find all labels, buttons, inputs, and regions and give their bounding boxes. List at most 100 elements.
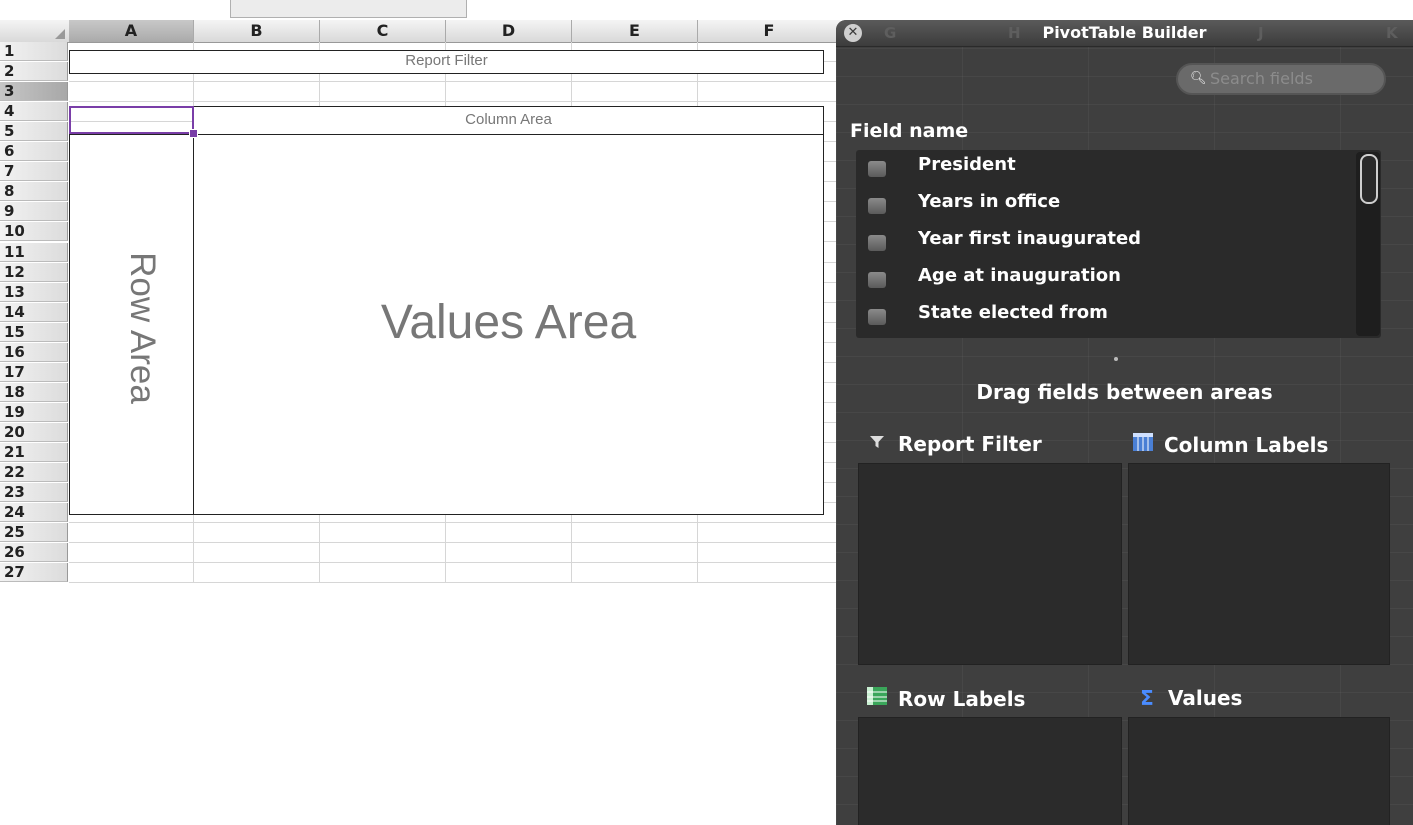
column-labels-icon bbox=[1132, 432, 1154, 457]
column-labels-drop-zone[interactable] bbox=[1128, 463, 1390, 665]
field-item-president[interactable]: President bbox=[856, 152, 1356, 182]
column-header-d[interactable]: D bbox=[446, 20, 572, 42]
row-header-9[interactable]: 9 bbox=[0, 202, 68, 222]
field-label: Year first inaugurated bbox=[918, 228, 1142, 249]
row-header-8[interactable]: 8 bbox=[0, 182, 68, 202]
cell[interactable] bbox=[320, 523, 446, 544]
field-item-year-first-inaugurated[interactable]: Year first inaugurated bbox=[856, 226, 1356, 256]
cell[interactable] bbox=[446, 82, 572, 103]
column-labels-area-label: Column Labels bbox=[1164, 433, 1329, 457]
row-labels-drop-zone[interactable] bbox=[858, 717, 1122, 825]
row-header-21[interactable]: 21 bbox=[0, 443, 68, 462]
panel-titlebar[interactable]: G H J K ✕ PivotTable Builder bbox=[836, 20, 1413, 47]
column-header-c[interactable]: C bbox=[320, 20, 446, 42]
values-drop-zone[interactable] bbox=[1128, 717, 1390, 825]
report-filter-header: Report Filter bbox=[866, 432, 1042, 456]
row-header-26[interactable]: 26 bbox=[0, 543, 68, 563]
field-item-age-at-inauguration[interactable]: Age at inauguration bbox=[856, 263, 1356, 293]
row-header-19[interactable]: 19 bbox=[0, 402, 68, 422]
field-checkbox[interactable] bbox=[868, 235, 886, 251]
panel-title: PivotTable Builder bbox=[1042, 23, 1207, 42]
cell[interactable] bbox=[194, 523, 320, 544]
search-icon: 🔍︎ bbox=[1190, 71, 1207, 86]
cell[interactable] bbox=[698, 523, 840, 544]
row-header-23[interactable]: 23 bbox=[0, 483, 68, 503]
cell[interactable] bbox=[446, 543, 572, 564]
field-label: Age at inauguration bbox=[918, 265, 1121, 286]
column-area-box: Column Area bbox=[193, 106, 824, 135]
field-item-state-elected-from[interactable]: State elected from bbox=[856, 300, 1356, 330]
row-header-14[interactable]: 14 bbox=[0, 302, 68, 322]
field-list[interactable]: President Years in office Year first ina… bbox=[856, 150, 1381, 338]
cell[interactable] bbox=[194, 82, 320, 103]
row-header-24[interactable]: 24 bbox=[0, 503, 68, 523]
field-label: President bbox=[918, 154, 1016, 175]
cell[interactable] bbox=[572, 82, 698, 103]
field-checkbox[interactable] bbox=[868, 198, 886, 214]
field-item-years-in-office[interactable]: Years in office bbox=[856, 189, 1356, 219]
cell[interactable] bbox=[698, 82, 840, 103]
field-checkbox[interactable] bbox=[868, 272, 886, 288]
cell[interactable] bbox=[320, 563, 446, 584]
row-header-27[interactable]: 27 bbox=[0, 563, 68, 583]
splitter-grip[interactable] bbox=[1114, 357, 1118, 361]
cell[interactable] bbox=[698, 563, 840, 584]
row-header-22[interactable]: 22 bbox=[0, 463, 68, 483]
row-header-3[interactable]: 3 bbox=[0, 82, 68, 102]
drag-hint: Drag fields between areas bbox=[976, 380, 1273, 404]
active-cell-a3[interactable] bbox=[69, 106, 194, 134]
row-header-18[interactable]: 18 bbox=[0, 382, 68, 402]
row-header-5[interactable]: 5 bbox=[0, 122, 68, 142]
cell[interactable] bbox=[194, 563, 320, 584]
cell[interactable] bbox=[446, 563, 572, 584]
cell[interactable] bbox=[446, 523, 572, 544]
cell[interactable] bbox=[320, 543, 446, 564]
cell[interactable] bbox=[572, 523, 698, 544]
values-area-box: Values Area bbox=[193, 134, 824, 515]
field-checkbox[interactable] bbox=[868, 161, 886, 177]
row-header-1[interactable]: 1 bbox=[0, 42, 68, 61]
row-header-4[interactable]: 4 bbox=[0, 102, 68, 122]
column-header-e[interactable]: E bbox=[572, 20, 698, 42]
scrollbar-thumb[interactable] bbox=[1360, 154, 1378, 204]
cell[interactable] bbox=[69, 82, 194, 103]
column-header-b[interactable]: B bbox=[194, 20, 320, 42]
row-header-10[interactable]: 10 bbox=[0, 222, 68, 242]
row-header-17[interactable]: 17 bbox=[0, 362, 68, 382]
fill-handle[interactable] bbox=[189, 129, 198, 138]
values-area-label: Values Area bbox=[380, 296, 637, 349]
report-filter-area-label: Report Filter bbox=[898, 432, 1042, 456]
row-header-16[interactable]: 16 bbox=[0, 342, 68, 362]
column-header-a[interactable]: A bbox=[69, 20, 194, 42]
row-header-20[interactable]: 20 bbox=[0, 422, 68, 442]
column-labels-header: Column Labels bbox=[1132, 432, 1328, 457]
field-checkbox[interactable] bbox=[868, 309, 886, 325]
funnel-icon bbox=[866, 432, 888, 456]
row-header-13[interactable]: 13 bbox=[0, 282, 68, 302]
row-header-15[interactable]: 15 bbox=[0, 322, 68, 342]
cell[interactable] bbox=[69, 543, 194, 564]
row-labels-area-label: Row Labels bbox=[898, 687, 1026, 711]
field-list-scrollbar[interactable] bbox=[1356, 152, 1380, 336]
cell[interactable] bbox=[320, 82, 446, 103]
cell[interactable] bbox=[69, 563, 194, 584]
row-header-7[interactable]: 7 bbox=[0, 162, 68, 182]
row-header-2[interactable]: 2 bbox=[0, 62, 68, 82]
row-header-12[interactable]: 12 bbox=[0, 262, 68, 282]
report-filter-drop-zone[interactable] bbox=[858, 463, 1122, 665]
row-header-6[interactable]: 6 bbox=[0, 142, 68, 162]
values-area-label-panel: Values bbox=[1168, 686, 1243, 710]
cell[interactable] bbox=[69, 523, 194, 544]
search-fields-input[interactable]: 🔍︎ Search fields bbox=[1176, 63, 1386, 95]
toolbar-strip bbox=[0, 0, 1413, 20]
spreadsheet[interactable]: A B C D E F 1 2 3 4 5 6 7 8 9 10 11 12 13 14 15 16 17 18 1… bbox=[0, 20, 840, 825]
cell[interactable] bbox=[572, 563, 698, 584]
cell[interactable] bbox=[572, 543, 698, 564]
cell[interactable] bbox=[698, 543, 840, 564]
cell[interactable] bbox=[194, 543, 320, 564]
sigma-icon: Σ bbox=[1140, 686, 1154, 710]
column-header-f[interactable]: F bbox=[698, 20, 840, 42]
row-header-11[interactable]: 11 bbox=[0, 242, 68, 262]
row-header-25[interactable]: 25 bbox=[0, 523, 68, 543]
select-all-corner[interactable] bbox=[0, 20, 70, 42]
